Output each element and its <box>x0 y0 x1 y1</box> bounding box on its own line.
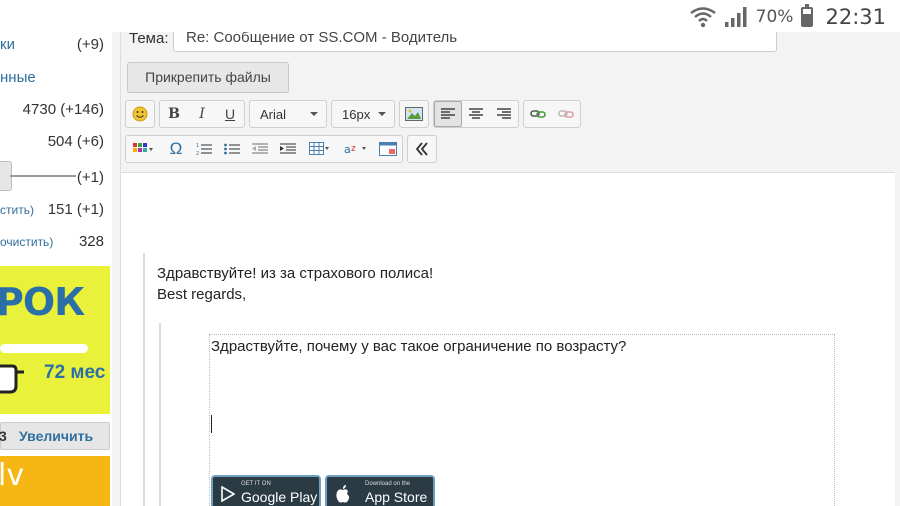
collapse-toolbar-icon[interactable] <box>408 136 436 162</box>
emoji-group <box>125 100 155 128</box>
status-bar: 70% 22:31 <box>0 0 900 32</box>
clear-link[interactable]: стить) <box>0 203 34 217</box>
translate-icon: a z <box>344 143 366 156</box>
align-center-icon[interactable] <box>462 101 490 127</box>
sidebar-row-count: (+9) <box>76 36 104 53</box>
battery-percent: 70% <box>755 7 794 27</box>
font-family-value: Arial <box>260 106 287 122</box>
sidebar-row-count: (+1) <box>76 169 104 186</box>
enlarge-button[interactable]: 3 Увеличить <box>0 422 110 450</box>
wifi-icon <box>689 7 716 28</box>
editor-toolbar-row-1: B I U Arial 16px <box>125 100 581 128</box>
message-editor[interactable]: Здравствуйте! из за страхового полиса! B… <box>121 172 895 506</box>
outdent-icon[interactable] <box>246 136 274 162</box>
ad-banner-yellow[interactable]: РОК 72 мес <box>0 266 110 414</box>
align-left-icon[interactable] <box>434 101 462 127</box>
page: 70% 22:31 ки (+9) нные 4730 (+146) 504 (… <box>0 0 900 506</box>
text-style-group: B I U <box>159 100 245 128</box>
ad-orange-text: lv <box>0 458 25 493</box>
collapse-group <box>407 135 437 163</box>
ad-headline: РОК <box>0 280 85 324</box>
status-right: 70% 22:31 <box>689 4 886 30</box>
svg-text:1: 1 <box>196 143 199 149</box>
message-line-1: Здравствуйте! из за страхового полиса! <box>157 265 434 282</box>
enlarge-count: 3 <box>0 428 7 444</box>
italic-icon[interactable]: I <box>188 101 216 127</box>
insert-link-icon[interactable] <box>524 101 552 127</box>
font-size-value: 16px <box>342 106 371 122</box>
app-store-small-text: Download on the <box>365 481 411 487</box>
bold-icon[interactable]: B <box>160 101 188 127</box>
insert-image-button[interactable] <box>400 101 428 127</box>
message-line-2: Best regards, <box>157 286 247 303</box>
signal-icon <box>724 7 747 27</box>
text-cursor <box>211 415 212 433</box>
remove-link-icon[interactable] <box>552 101 580 127</box>
font-size-select-inner: 16px <box>332 101 394 127</box>
color-grid-icon <box>133 143 153 152</box>
sidebar-slider-row: (+1) <box>0 161 112 191</box>
chevron-down-icon <box>378 112 386 116</box>
ad-bar <box>0 344 88 353</box>
battery-icon <box>801 4 814 27</box>
table-icon <box>309 142 329 155</box>
align-right-icon[interactable] <box>490 101 518 127</box>
apple-icon <box>336 485 350 503</box>
font-family-select-inner: Arial <box>250 101 326 127</box>
svg-text:a: a <box>344 143 351 156</box>
image-group <box>399 100 429 128</box>
google-play-icon <box>221 486 235 502</box>
sidebar: ки (+9) нные 4730 (+146) 504 (+6) (+1) с… <box>0 32 112 506</box>
link-group <box>523 100 581 128</box>
battery-fill <box>803 13 812 25</box>
font-size-select[interactable]: 16px <box>331 100 395 128</box>
chevron-down-icon <box>310 112 318 116</box>
editor-toolbar-row-2: Ω 12 a z <box>125 135 437 163</box>
app-store-badge[interactable]: Download on the App Store <box>325 475 435 506</box>
clear-link[interactable]: очистить) <box>0 235 53 249</box>
translate-button[interactable]: a z <box>338 136 374 162</box>
app-store-text: App Store <box>365 489 428 505</box>
code-view-icon <box>379 142 397 156</box>
google-play-text: Google Play <box>241 489 318 505</box>
google-play-badge[interactable]: GET IT ON Google Play <box>211 475 321 506</box>
table-button[interactable] <box>302 136 338 162</box>
hand-pointer-icon <box>0 364 24 394</box>
message-form: Тема: Re: Сообщение от SS.COM - Водитель… <box>120 22 895 506</box>
bullet-list-icon[interactable] <box>218 136 246 162</box>
sidebar-row-label: ки <box>0 36 15 53</box>
emoji-button[interactable] <box>126 101 154 127</box>
ordered-list-icon[interactable]: 12 <box>190 136 218 162</box>
special-chars-icon[interactable]: Ω <box>162 136 190 162</box>
html-source-button[interactable] <box>374 136 402 162</box>
ad-banner-orange[interactable]: lv <box>0 456 110 506</box>
image-icon <box>405 107 423 121</box>
sidebar-row-count: 504 (+6) <box>47 133 104 150</box>
slider-track[interactable] <box>10 175 76 177</box>
quoted-message-text: Здраствуйте, почему у вас такое ограниче… <box>211 338 627 355</box>
svg-text:2: 2 <box>196 151 199 156</box>
underline-icon[interactable]: U <box>216 101 244 127</box>
google-play-small-text: GET IT ON <box>241 481 271 487</box>
svg-text:z: z <box>351 144 356 154</box>
clock-time: 22:31 <box>825 5 886 29</box>
ad-months: 72 мес <box>44 362 106 383</box>
smiley-icon <box>132 106 148 122</box>
attach-files-button[interactable]: Прикрепить файлы <box>127 62 289 93</box>
indent-icon[interactable] <box>274 136 302 162</box>
subject-label: Тема: <box>129 30 169 47</box>
color-picker-button[interactable] <box>126 136 162 162</box>
sidebar-row-count: 328 <box>78 233 104 250</box>
color-group: Ω 12 a z <box>125 135 403 163</box>
enlarge-label: Увеличить <box>19 428 94 444</box>
sidebar-row-count: 4730 (+146) <box>22 101 104 118</box>
align-group <box>433 100 519 128</box>
font-family-select[interactable]: Arial <box>249 100 327 128</box>
sidebar-row-count: 151 (+1) <box>47 201 104 218</box>
sidebar-row-label: нные <box>0 69 36 86</box>
